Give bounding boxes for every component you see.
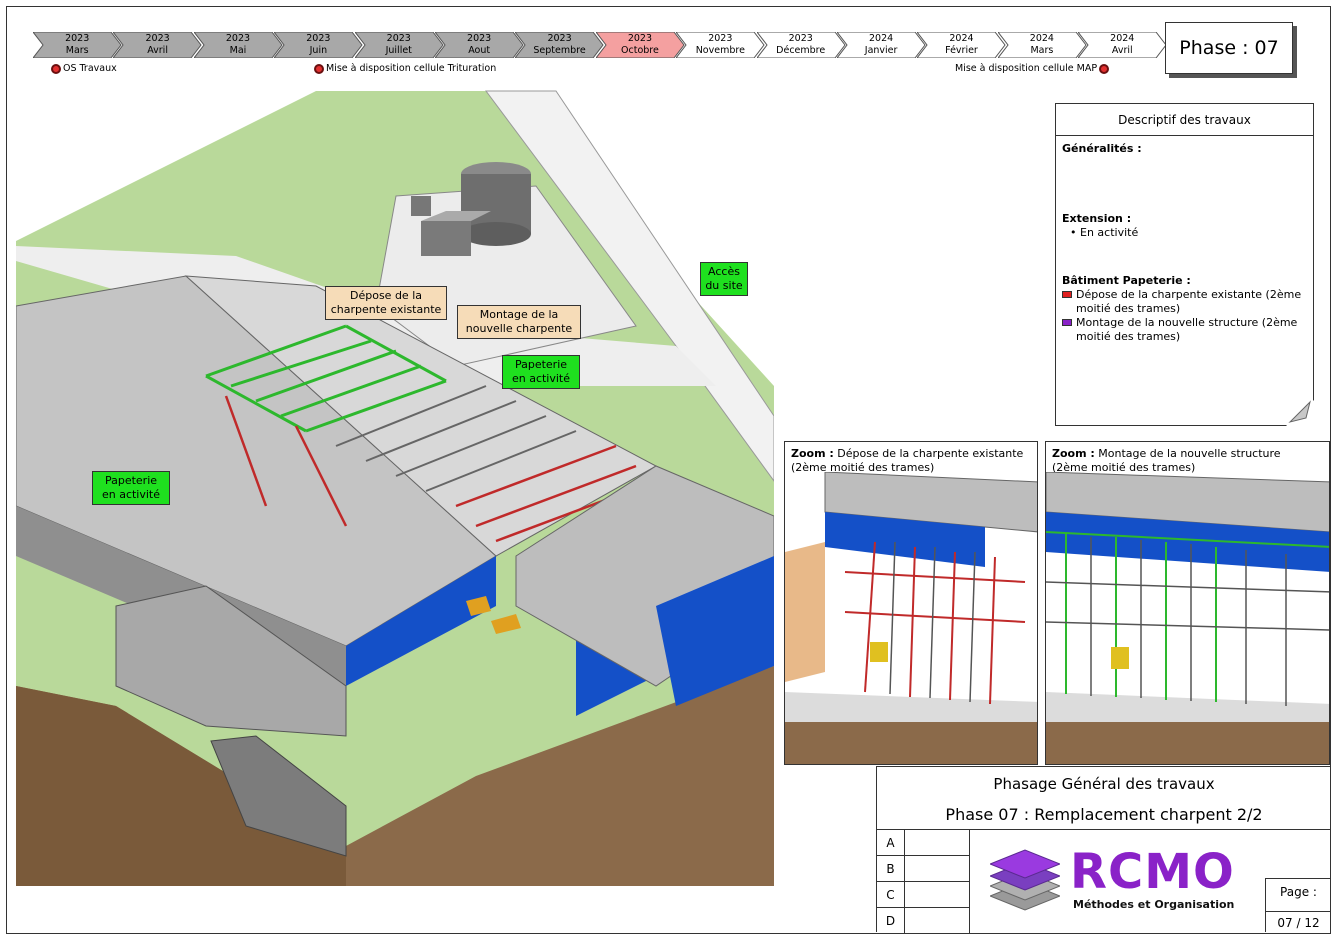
page-box: Page : 07 / 12 [1265,878,1331,932]
extension-heading: Extension : [1062,212,1132,225]
timeline-month: 2023 Mai [193,32,283,58]
milestone-marker-icon [51,63,61,74]
legend-item-depose: Dépose de la charpente existante (2ème m… [1062,288,1307,316]
timeline-month: 2024 Avril [1078,32,1167,58]
timeline-month: 2023 Juillet [354,32,444,58]
site-3d-view: Dépose de la charpente existante Montage… [16,86,774,886]
callout-acces: Accès du site [700,262,748,296]
callout-papeterie-right: Papeterie en activité [502,355,580,389]
callout-papeterie-left: Papeterie en activité [92,471,170,505]
revision-row: A [877,830,969,856]
milestone-marker-icon [1099,63,1110,74]
timeline: 2023 Mars 2023 Avril 2023 Mai 2023 Juin 2023 Juil… [33,32,1167,58]
revision-row: C [877,882,969,908]
zoom-depose-illustration [785,472,1037,764]
timeline-month: 2023 Septembre [515,32,604,58]
timeline-month: 2023 Octobre [595,32,685,58]
callout-montage: Montage de la nouvelle charpente [457,305,581,339]
page-number: 07 / 12 [1266,911,1331,930]
milestones: OS Travaux Mise à disposition cellule Tr… [0,63,1337,77]
milestone-marker-icon [314,63,324,74]
title-block: Phasage Général des travaux Phase 07 : R… [876,766,1331,934]
batiment-heading: Bâtiment Papeterie : [1062,274,1191,287]
phase-badge: Phase : 07 [1165,22,1293,74]
extension-item: • En activité [1070,226,1139,239]
legend-swatch [1062,291,1072,298]
revision-row: D [877,908,969,934]
timeline-month: 2023 Décembre [756,32,846,58]
callout-depose: Dépose de la charpente existante [325,286,447,320]
timeline-month: 2023 Mars [33,32,122,58]
title-phase: Phase 07 : Remplacement charpent 2/2 [945,805,1263,824]
zoom-panel-montage: Zoom : Montage de la nouvelle structure … [1045,441,1330,765]
timeline-month: 2023 Aout [434,32,524,58]
zoom-montage-illustration [1046,472,1329,764]
description-header: Descriptif des travaux [1056,104,1313,136]
rcmo-logo-icon [990,849,1060,911]
milestone-map: Mise à disposition cellule MAP [955,63,1110,74]
timeline-month: 2024 Mars [997,32,1087,58]
revision-row: B [877,856,969,882]
description-panel: Descriptif des travaux Généralités : Ext… [1055,103,1314,426]
timeline-month: 2023 Juin [274,32,363,58]
logo-subtitle: Méthodes et Organisation [1073,898,1235,911]
timeline-month: 2023 Novembre [676,32,765,58]
timeline-month: 2024 Février [917,32,1006,58]
milestone-trituration: Mise à disposition cellule Trituration [314,63,496,74]
logo-text: RCMO [1070,844,1235,900]
zoom-panel-depose: Zoom : Dépose de la charpente existante … [784,441,1038,765]
generalites-heading: Généralités : [1062,142,1142,155]
page-curl-icon [1286,400,1314,426]
timeline-month: 2023 Avril [113,32,203,58]
revision-table: A B C D [877,829,969,934]
timeline-month: 2024 Janvier [836,32,926,58]
legend-swatch [1062,319,1072,326]
milestone-os: OS Travaux [51,63,117,74]
title-main: Phasage Général des travaux [993,775,1215,793]
legend-item-montage: Montage de la nouvelle structure (2ème m… [1062,316,1307,344]
